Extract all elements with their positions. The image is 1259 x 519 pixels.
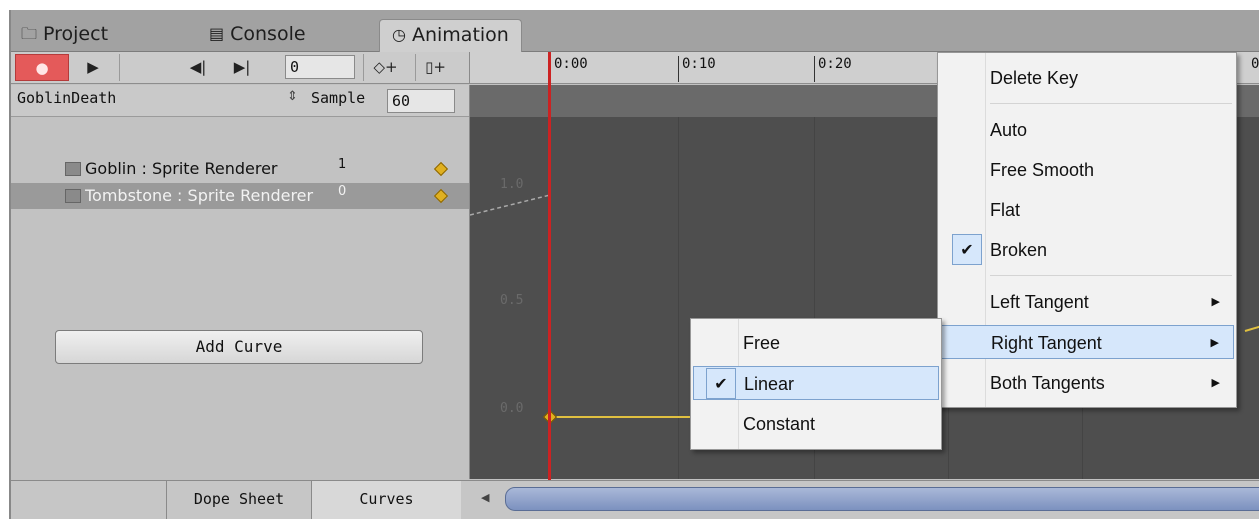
- menu-item-free[interactable]: Free: [693, 326, 939, 360]
- tab-curves[interactable]: Curves: [311, 481, 461, 519]
- menu-item-flat[interactable]: Flat: [940, 193, 1234, 227]
- property-list: Goblin : Sprite Renderer 1 Tombstone : S…: [11, 118, 469, 479]
- sprite-renderer-icon: [65, 162, 81, 176]
- menu-item-constant[interactable]: Constant: [693, 407, 939, 441]
- record-icon: ●: [35, 59, 49, 77]
- menu-item-right-tangent[interactable]: Right Tangent ▶: [940, 325, 1234, 359]
- time-tick-label: 0:20: [814, 56, 852, 82]
- playhead[interactable]: [548, 52, 551, 519]
- tab-animation-label: Animation: [411, 24, 509, 46]
- property-row[interactable]: Goblin : Sprite Renderer 1: [11, 156, 469, 182]
- clip-selector[interactable]: GoblinDeath: [17, 89, 116, 107]
- menu-item-label: Free: [743, 333, 781, 353]
- menu-item-label: Linear: [744, 374, 795, 394]
- menu-item-auto[interactable]: Auto: [940, 113, 1234, 147]
- submenu-arrow-icon: ▶: [1211, 377, 1220, 389]
- previous-keyframe-icon: ◀​|: [189, 58, 207, 76]
- tab-console-label: Console: [230, 23, 306, 45]
- time-tick-label: 0: [1251, 56, 1259, 72]
- clip-dropdown-icon[interactable]: ⇕: [287, 89, 298, 104]
- time-tick-label: 0:10: [678, 56, 716, 82]
- right-tangent-submenu: Free ✔ Linear Constant: [690, 318, 942, 450]
- checkmark-icon: ✔: [706, 368, 736, 399]
- menu-item-label: Both Tangents: [990, 373, 1105, 393]
- property-name: Tombstone : Sprite Renderer: [85, 186, 314, 205]
- menu-item-label: Delete Key: [990, 68, 1079, 88]
- menu-item-broken[interactable]: ✔ Broken: [940, 233, 1234, 267]
- menu-item-label: Broken: [990, 240, 1048, 260]
- sprite-renderer-icon: [65, 189, 81, 203]
- horizontal-scrollbar[interactable]: ◀: [469, 480, 1259, 519]
- menu-item-label: Left Tangent: [990, 292, 1089, 312]
- scroll-left-icon[interactable]: ◀: [481, 491, 489, 504]
- menu-item-free-smooth[interactable]: Free Smooth: [940, 153, 1234, 187]
- menu-item-both-tangents[interactable]: Both Tangents ▶: [940, 366, 1234, 400]
- property-row[interactable]: Tombstone : Sprite Renderer 0: [11, 183, 469, 209]
- curve-before-segment: [470, 194, 551, 216]
- next-keyframe-icon: ▶|: [233, 58, 251, 76]
- clock-icon: ◷: [392, 25, 406, 44]
- submenu-arrow-icon: ▶: [1210, 337, 1219, 349]
- tab-strip: 🗀 Project ▤ Console ◷ Animation: [11, 10, 1259, 52]
- add-event-button[interactable]: ▯+: [415, 54, 455, 81]
- tab-project[interactable]: 🗀 Project: [21, 19, 108, 52]
- animation-toolbar: ● ▶ ◀​| ▶| 0 ◇+ ▯+: [11, 52, 469, 84]
- view-mode-tabs: Dope Sheet Curves: [11, 480, 469, 519]
- curve-segment: [1244, 325, 1259, 332]
- menu-item-label: Free Smooth: [990, 160, 1095, 180]
- record-button[interactable]: ●: [15, 54, 69, 81]
- menu-item-label: Constant: [743, 414, 816, 434]
- menu-item-left-tangent[interactable]: Left Tangent ▶: [940, 285, 1234, 319]
- scrollbar-thumb[interactable]: [505, 487, 1259, 511]
- menu-item-delete-key[interactable]: Delete Key: [940, 61, 1234, 95]
- play-button[interactable]: ▶: [73, 54, 113, 81]
- play-icon: ▶: [87, 58, 99, 76]
- menu-separator: [990, 103, 1232, 104]
- checkmark-icon: ✔: [952, 234, 982, 265]
- sample-label: Sample: [311, 89, 366, 107]
- keyframe-diamond-icon[interactable]: [433, 161, 449, 177]
- menu-separator: [990, 275, 1232, 276]
- key-context-menu: Delete Key Auto Free Smooth Flat ✔ Broke…: [937, 52, 1237, 408]
- toolbar-divider: [119, 54, 120, 81]
- frame-field[interactable]: 0: [285, 55, 355, 79]
- add-curve-button[interactable]: Add Curve: [55, 330, 423, 364]
- property-value: 1: [338, 157, 347, 172]
- add-keyframe-button[interactable]: ◇+: [363, 54, 407, 81]
- menu-item-label: Auto: [990, 120, 1028, 140]
- add-event-icon: ▯+: [425, 58, 446, 76]
- tab-project-label: Project: [43, 23, 109, 45]
- tab-dope-sheet[interactable]: Dope Sheet: [166, 481, 311, 519]
- add-keyframe-icon: ◇+: [373, 58, 398, 76]
- next-keyframe-button[interactable]: ▶|: [227, 54, 257, 81]
- previous-keyframe-button[interactable]: ◀​|: [183, 54, 213, 81]
- property-value: 0: [338, 184, 347, 199]
- clip-row: GoblinDeath ⇕ Sample 60: [11, 85, 469, 117]
- time-tick-label: 0:00: [550, 56, 588, 82]
- tab-animation[interactable]: ◷ Animation: [379, 19, 522, 52]
- menu-item-label: Flat: [990, 200, 1021, 220]
- property-name: Goblin : Sprite Renderer: [85, 159, 278, 178]
- keyframe-diamond-icon[interactable]: [433, 188, 449, 204]
- folder-icon: 🗀: [21, 24, 38, 43]
- menu-item-label: Right Tangent: [991, 333, 1102, 353]
- menu-item-linear[interactable]: ✔ Linear: [693, 366, 939, 400]
- submenu-arrow-icon: ▶: [1211, 296, 1220, 308]
- console-icon: ▤: [209, 24, 225, 43]
- sample-field[interactable]: 60: [387, 89, 455, 113]
- tab-console[interactable]: ▤ Console: [209, 19, 306, 52]
